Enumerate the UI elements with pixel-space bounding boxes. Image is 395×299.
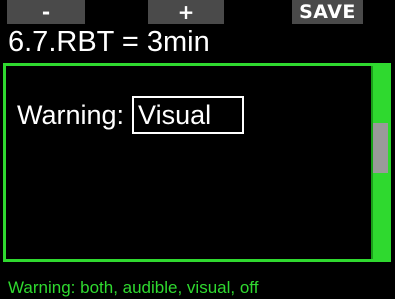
save-button[interactable]: SAVE: [292, 0, 363, 24]
scroll-thumb[interactable]: [373, 123, 388, 173]
decrease-button[interactable]: -: [7, 0, 85, 24]
help-text: Warning: both, audible, visual, off: [8, 278, 259, 297]
page-title: 6.7.RBT = 3min: [8, 26, 210, 58]
plus-icon: +: [177, 0, 195, 24]
minus-icon: -: [41, 0, 51, 24]
increase-button[interactable]: +: [148, 0, 224, 24]
settings-panel: Warning: Visual: [3, 63, 391, 262]
save-button-label: SAVE: [299, 1, 356, 23]
warning-setting-row: Warning: Visual: [17, 96, 245, 134]
warning-label: Warning:: [17, 100, 125, 130]
warning-value-field[interactable]: Visual: [132, 96, 245, 134]
scrollbar[interactable]: [371, 66, 388, 259]
